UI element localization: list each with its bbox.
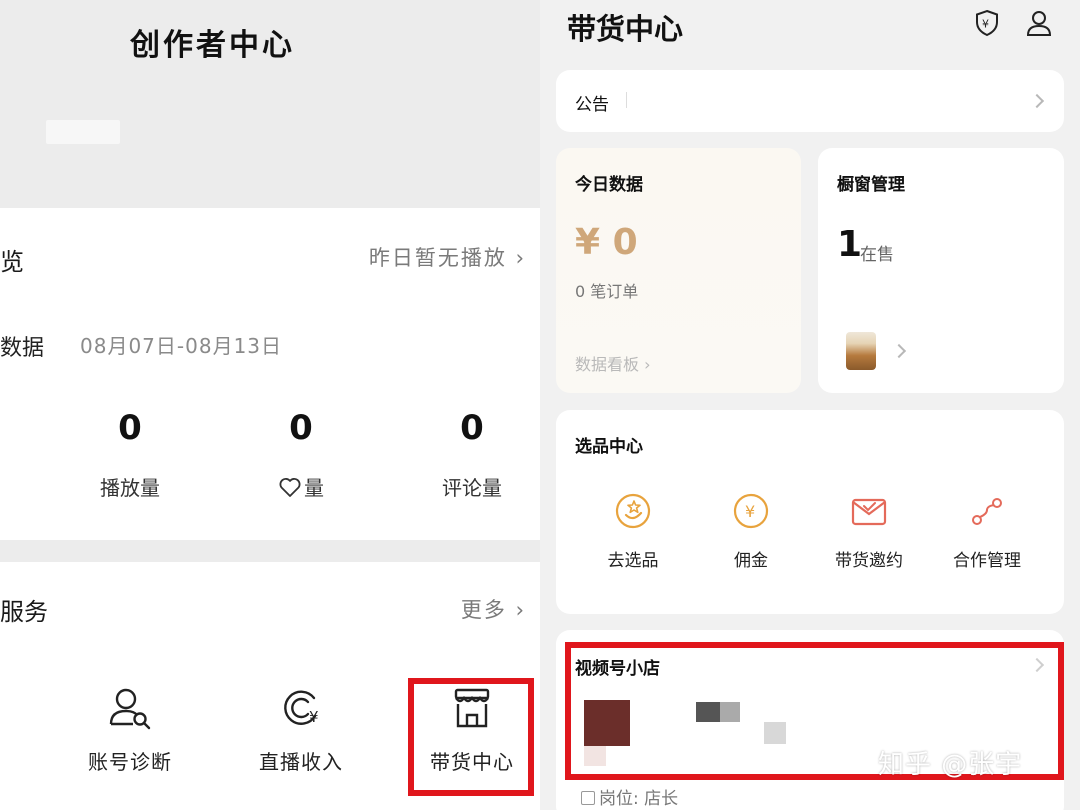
notice-divider: [626, 92, 627, 108]
showcase-count: 1: [837, 224, 863, 265]
stat-plays-value: 0: [118, 408, 142, 448]
shield-yen-icon[interactable]: ¥: [972, 8, 1002, 38]
stat-comments-label: 评论量: [442, 476, 502, 500]
selection-center-card: 选品中心 去选品 ¥ 佣金 带货邀约 合作管理: [556, 410, 1064, 614]
cooperation-icon: [972, 498, 1002, 525]
chevron-right-icon: ›: [515, 598, 526, 622]
date-range: 08月07日-08月13日: [80, 334, 283, 358]
live-income-icon: ¥: [284, 690, 319, 726]
today-data-heading: 今日数据: [575, 175, 643, 195]
user-icon[interactable]: [1024, 8, 1054, 38]
commission-button[interactable]: ¥ 佣金: [696, 492, 806, 571]
commission-icon: ¥: [733, 493, 769, 529]
no-play-link-label: 昨日暂无播放: [368, 246, 507, 270]
today-amount: ¥ 0: [575, 222, 638, 263]
notice-label: 公告: [575, 95, 609, 115]
live-income-button[interactable]: ¥ 直播收入: [231, 684, 371, 775]
more-link-label: 更多: [460, 598, 507, 622]
cooperation-button[interactable]: 合作管理: [932, 492, 1042, 571]
id-card-icon: [581, 791, 595, 805]
account-diagnosis-icon: [109, 688, 151, 730]
account-diagnosis-label: 账号诊断: [88, 750, 172, 774]
creator-center-screen: 创作者中心 览 昨日暂无播放 › 数据 08月07日-08月13日 0 播放量 …: [0, 0, 540, 810]
stat-plays-label: 播放量: [100, 476, 160, 500]
invitation-button[interactable]: 带货邀约: [814, 492, 924, 571]
dashboard-link[interactable]: 数据看板 ›: [575, 351, 651, 375]
overview-heading: 览: [0, 248, 24, 276]
watermark: 知乎 @张宇: [878, 750, 1023, 780]
services-heading: 服务: [0, 598, 48, 626]
chevron-right-icon: ›: [515, 246, 526, 270]
page-title: 带货中心: [567, 12, 684, 46]
showcase-heading: 橱窗管理: [837, 175, 905, 195]
invitation-icon: [851, 498, 887, 526]
notice-bar[interactable]: 公告: [556, 70, 1064, 132]
cooperation-label: 合作管理: [953, 551, 1021, 571]
invitation-label: 带货邀约: [835, 551, 903, 571]
shop-role: 岗位: 店长: [581, 784, 678, 809]
select-product-icon: [615, 493, 651, 529]
stat-likes-label: 量: [304, 476, 324, 500]
shopping-center-screen: 带货中心 ¥ 公告 今日数据 ¥ 0 0 笔订单 数据看板 › 橱窗管理 1 在…: [540, 0, 1080, 810]
stat-comments-value: 0: [460, 408, 484, 448]
today-data-card[interactable]: 今日数据 ¥ 0 0 笔订单 数据看板 ›: [556, 148, 801, 393]
on-sale-label: 在售: [860, 245, 894, 265]
order-count: 0 笔订单: [575, 282, 639, 301]
heart-icon: [279, 478, 301, 497]
data-label: 数据: [0, 336, 45, 361]
selection-center-heading: 选品中心: [575, 437, 643, 457]
svg-text:¥: ¥: [982, 18, 989, 31]
chevron-right-icon: [891, 343, 907, 359]
dashboard-link-label: 数据看板: [575, 355, 640, 374]
stat-comments: 0 评论量: [402, 408, 540, 501]
account-diagnosis-button[interactable]: 账号诊断: [60, 684, 200, 775]
more-link[interactable]: 更多 ›: [461, 594, 526, 624]
highlight-box: [408, 678, 534, 796]
chevron-right-icon: ›: [644, 355, 651, 374]
commission-label: 佣金: [734, 551, 768, 571]
stat-plays: 0 播放量: [60, 408, 200, 501]
blurred-username: [46, 120, 120, 144]
showcase-card[interactable]: 橱窗管理 1 在售: [818, 148, 1064, 393]
stat-likes-value: 0: [289, 408, 313, 448]
select-product-label: 去选品: [607, 551, 659, 571]
page-title: 创作者中心: [130, 28, 295, 63]
chevron-right-icon: [1029, 93, 1045, 109]
select-product-button[interactable]: 去选品: [578, 492, 688, 571]
shop-role-label: 岗位: 店长: [599, 789, 679, 809]
stat-likes: 0 量: [231, 408, 371, 501]
no-play-link[interactable]: 昨日暂无播放 ›: [369, 242, 526, 272]
svg-text:¥: ¥: [745, 502, 755, 521]
stat-likes-label-wrap: 量: [231, 472, 371, 501]
svg-text:¥: ¥: [309, 708, 319, 726]
live-income-label: 直播收入: [259, 750, 343, 774]
overview-card: 览 昨日暂无播放 › 数据 08月07日-08月13日 0 播放量 0 量 0 …: [0, 208, 540, 540]
product-thumbnail[interactable]: [846, 332, 876, 370]
